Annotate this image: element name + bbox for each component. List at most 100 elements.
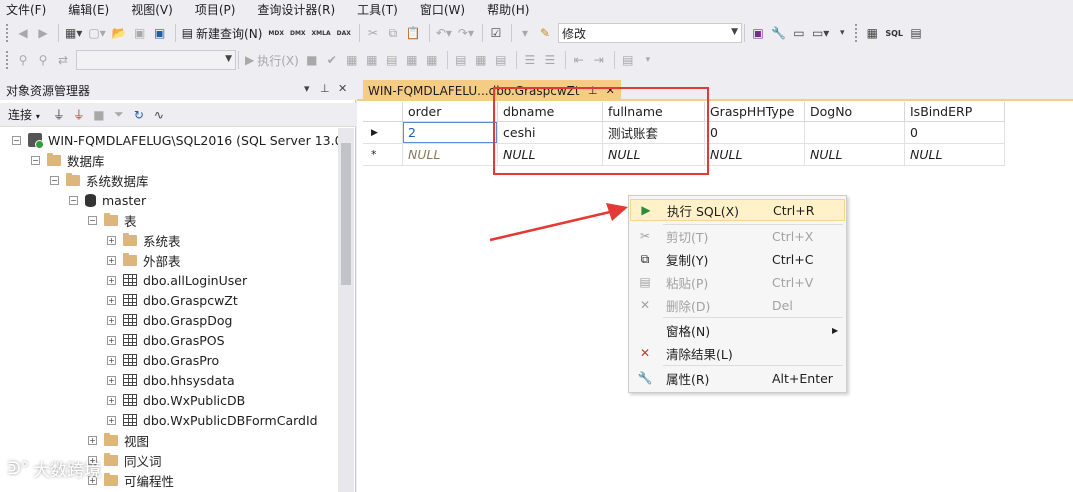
- grid-cell[interactable]: NULL: [805, 144, 905, 166]
- estimated-plan-icon[interactable]: ▦: [345, 50, 359, 70]
- tree-scrollbar-thumb[interactable]: [341, 143, 351, 285]
- activity-monitor-icon[interactable]: ∿: [152, 105, 166, 125]
- terminal-icon[interactable]: ▭▾: [812, 23, 829, 43]
- menu-item-paste[interactable]: ▤ 粘贴(P) Ctrl+V: [630, 271, 845, 293]
- results-pane-icon[interactable]: ☑: [489, 23, 503, 43]
- xmla-query-button[interactable]: XMLA: [312, 23, 331, 43]
- expand-icon[interactable]: +: [107, 415, 116, 425]
- client-stats-icon[interactable]: ▦: [425, 50, 439, 70]
- disconnect-icon[interactable]: ⏚: [72, 105, 86, 125]
- menu-edit[interactable]: 编辑(E): [68, 1, 109, 18]
- menu-item-pane[interactable]: 窗格(N) ▶: [630, 319, 845, 341]
- redo-icon[interactable]: ↷▾: [458, 23, 474, 43]
- solution-config-dropdown[interactable]: ▾: [518, 23, 532, 43]
- stop-icon[interactable]: ■: [92, 105, 106, 125]
- new-project-icon[interactable]: ▦▾: [65, 23, 82, 43]
- grid-cell[interactable]: [805, 122, 905, 144]
- menu-file[interactable]: 文件(F): [6, 1, 46, 18]
- save-icon[interactable]: ▣: [133, 23, 147, 43]
- properties-wrench-icon[interactable]: 🔧: [771, 23, 786, 43]
- expand-icon[interactable]: +: [107, 355, 116, 365]
- menu-tools[interactable]: 工具(T): [357, 1, 398, 18]
- open-file-icon[interactable]: 📂: [112, 23, 127, 43]
- new-row-selector[interactable]: *: [363, 144, 403, 166]
- panel-menu-icon[interactable]: ▾: [304, 82, 310, 95]
- change-connection-icon[interactable]: ⇄: [56, 50, 70, 70]
- expand-icon[interactable]: +: [88, 435, 97, 445]
- tree-node-table[interactable]: + dbo.GrasPOS: [107, 330, 225, 350]
- expand-icon[interactable]: +: [107, 295, 116, 305]
- forward-icon[interactable]: ▶: [36, 23, 50, 43]
- toolbar-overflow-icon[interactable]: ▾: [641, 50, 655, 70]
- copy-icon[interactable]: ⧉: [386, 23, 400, 43]
- parse-check-icon[interactable]: ✔: [325, 50, 339, 70]
- menu-project[interactable]: 项目(P): [195, 1, 236, 18]
- collapse-icon[interactable]: −: [69, 195, 78, 205]
- menu-item-clear-results[interactable]: ✕ 清除结果(L): [630, 342, 845, 364]
- row-selector[interactable]: ▶: [363, 122, 403, 144]
- increase-indent-icon[interactable]: ⇥: [592, 50, 606, 70]
- toolbar-overflow-icon[interactable]: ▾: [835, 23, 849, 43]
- tree-node-table[interactable]: + dbo.WxPublicDBFormCardId: [107, 410, 318, 430]
- expand-icon[interactable]: +: [107, 275, 116, 285]
- grid-cell[interactable]: 2: [403, 122, 498, 144]
- menu-query-designer[interactable]: 查询设计器(R): [257, 1, 335, 18]
- expand-icon[interactable]: +: [107, 255, 116, 265]
- menu-view[interactable]: 视图(V): [131, 1, 173, 18]
- query-options-icon[interactable]: ▦: [365, 50, 379, 70]
- results-text-icon[interactable]: ▤: [454, 50, 468, 70]
- new-query-button[interactable]: ▤ 新建查询(N): [182, 23, 263, 43]
- filter-icon[interactable]: ⏷: [112, 105, 126, 125]
- stop-icon[interactable]: ■: [305, 50, 319, 70]
- menu-window[interactable]: 窗口(W): [420, 1, 465, 18]
- refresh-icon[interactable]: ↻: [132, 105, 146, 125]
- grid-cell[interactable]: NULL: [705, 144, 805, 166]
- database-combo[interactable]: ▼: [76, 50, 236, 70]
- undo-icon[interactable]: ↶▾: [436, 23, 452, 43]
- tree-node-system-databases[interactable]: − 系统数据库: [50, 170, 149, 190]
- menu-item-properties[interactable]: 🔧 属性(R) Alt+Enter: [630, 367, 845, 389]
- tree-node-server[interactable]: − WIN-FQMDLAFELUG\SQL2016 (SQL Server 13…: [12, 130, 338, 150]
- menu-help[interactable]: 帮助(H): [487, 1, 529, 18]
- grid-cell[interactable]: 0: [905, 122, 1005, 144]
- toolbar-grip[interactable]: [6, 24, 10, 42]
- connect-dropdown[interactable]: 连接 ▾: [8, 106, 40, 123]
- criteria-pane-icon[interactable]: ▤: [909, 23, 923, 43]
- menu-item-delete[interactable]: ✕ 删除(D) Del: [630, 294, 845, 316]
- grid-cell[interactable]: NULL: [403, 144, 498, 166]
- expand-icon[interactable]: +: [107, 315, 116, 325]
- tree-node-table[interactable]: + dbo.hhsysdata: [107, 370, 235, 390]
- grid-view-icon[interactable]: ▦: [865, 23, 879, 43]
- expand-icon[interactable]: +: [107, 375, 116, 385]
- tree-node-master[interactable]: − master: [69, 190, 146, 210]
- dmx-query-button[interactable]: DMX: [290, 23, 306, 43]
- back-icon[interactable]: ◀: [16, 23, 30, 43]
- toolbar-grip[interactable]: [6, 51, 10, 69]
- paste-icon[interactable]: 📋: [406, 23, 421, 43]
- specify-values-icon[interactable]: ▤: [621, 50, 635, 70]
- expand-icon[interactable]: +: [107, 335, 116, 345]
- tree-node-system-tables[interactable]: + 系统表: [107, 230, 181, 250]
- mdx-query-button[interactable]: MDX: [268, 23, 284, 43]
- pin-icon[interactable]: ⊥: [320, 82, 330, 95]
- expand-icon[interactable]: +: [107, 395, 116, 405]
- menu-item-copy[interactable]: ⧉ 复制(Y) Ctrl+C: [630, 248, 845, 270]
- column-header[interactable]: DogNo: [805, 102, 905, 122]
- disconnect-icon[interactable]: ⚲: [36, 50, 50, 70]
- plug-connect-icon[interactable]: ⏚: [52, 105, 66, 125]
- collapse-icon[interactable]: −: [12, 135, 21, 145]
- find-combo[interactable]: 修改 ▼: [557, 23, 742, 43]
- toolbar-grip[interactable]: [855, 24, 859, 42]
- collapse-icon[interactable]: −: [88, 215, 97, 225]
- tree-node-table[interactable]: + dbo.GrasPro: [107, 350, 219, 370]
- execute-button[interactable]: ▶ 执行(X): [245, 50, 299, 70]
- dax-query-button[interactable]: DAX: [337, 23, 351, 43]
- find-in-files-icon[interactable]: ✎: [538, 23, 552, 43]
- close-icon[interactable]: ✕: [338, 82, 347, 95]
- tree-node-views[interactable]: + 视图: [88, 430, 149, 450]
- registered-servers-icon[interactable]: ▣: [751, 23, 765, 43]
- decrease-indent-icon[interactable]: ⇤: [572, 50, 586, 70]
- column-header[interactable]: GraspHHType: [705, 102, 805, 122]
- intellisense-icon[interactable]: ▤: [385, 50, 399, 70]
- sql-pane-button[interactable]: SQL: [885, 23, 903, 43]
